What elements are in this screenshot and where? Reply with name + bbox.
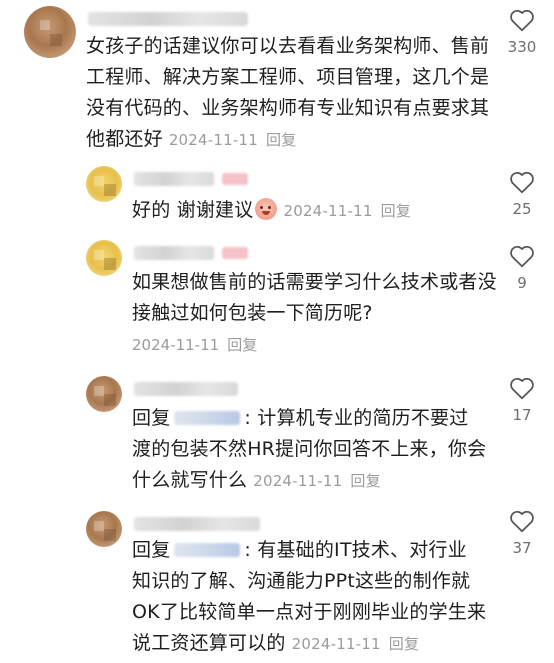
comment-text: 如果想做售前的话需要学习什么技术或者没 接触过如何包装一下简历呢? [132, 271, 497, 324]
like-button[interactable]: 37 [502, 509, 542, 557]
reply-button[interactable]: 回复 [350, 472, 380, 490]
like-button[interactable]: 330 [502, 8, 542, 56]
reply-button[interactable]: 回复 [266, 131, 296, 149]
username-blurred[interactable] [134, 172, 214, 186]
comment-text: 回复: 计算机专业的简历不要过 渡的包装不然HR提问你回答不上来，你会 什么就写… [132, 407, 487, 491]
like-button[interactable]: 25 [502, 170, 542, 218]
mentioned-user-blurred[interactable] [174, 411, 241, 425]
like-count: 17 [512, 406, 532, 424]
heart-outline-icon [510, 510, 534, 533]
user-badge [222, 173, 248, 185]
mentioned-user-blurred[interactable] [174, 543, 241, 557]
heart-outline-icon [510, 245, 534, 268]
username-blurred[interactable] [88, 12, 248, 26]
reply-button[interactable]: 回复 [381, 202, 411, 220]
reply-prefix: 回复 [132, 539, 171, 561]
comment-date: 2024-11-11 [283, 202, 373, 220]
heart-outline-icon [510, 9, 534, 32]
like-button[interactable]: 17 [502, 376, 542, 424]
comment-text: 好的 谢谢建议 2024-11-11 回复 [132, 198, 412, 221]
comment-meta: 2024-11-11 回复 [283, 202, 411, 220]
comment-meta: 2024-11-11 回复 [292, 635, 420, 653]
reply-prefix: 回复 [132, 407, 171, 429]
like-count: 330 [507, 38, 537, 56]
username-blurred[interactable] [134, 382, 238, 396]
reply-button[interactable]: 回复 [227, 336, 257, 354]
heart-outline-icon [510, 377, 534, 400]
comment-meta: 2024-11-11 回复 [253, 472, 381, 490]
like-count: 37 [512, 539, 532, 557]
comment-meta: 2024-11-11 回复 [169, 131, 297, 149]
comment-date: 2024-11-11 [132, 336, 220, 354]
comment-text: 回复: 有基础的IT技术、对行业 知识的了解、沟通能力PPt这些的制作就 OK了… [132, 539, 487, 654]
avatar[interactable] [24, 6, 76, 58]
pig-face-emoji-icon [255, 198, 278, 220]
comment-date: 2024-11-11 [291, 635, 381, 653]
user-badge [222, 247, 248, 259]
comment-text: 女孩子的话建议你可以去看看业务架构师、售前 工程师、解决方案工程师、项目管理，这… [86, 35, 490, 150]
comment-meta: 2024-11-11 回复 [132, 334, 257, 355]
like-button[interactable]: 9 [502, 244, 542, 292]
avatar[interactable] [86, 376, 122, 412]
comment-date: 2024-11-11 [168, 131, 258, 149]
username-blurred[interactable] [134, 517, 260, 531]
username-blurred[interactable] [134, 246, 214, 260]
avatar[interactable] [86, 511, 122, 547]
reply-button[interactable]: 回复 [389, 635, 419, 653]
avatar[interactable] [86, 166, 122, 202]
comment-date: 2024-11-11 [253, 472, 343, 490]
like-count: 9 [517, 274, 527, 292]
like-count: 25 [512, 200, 532, 218]
avatar[interactable] [86, 240, 122, 276]
heart-outline-icon [510, 171, 534, 194]
